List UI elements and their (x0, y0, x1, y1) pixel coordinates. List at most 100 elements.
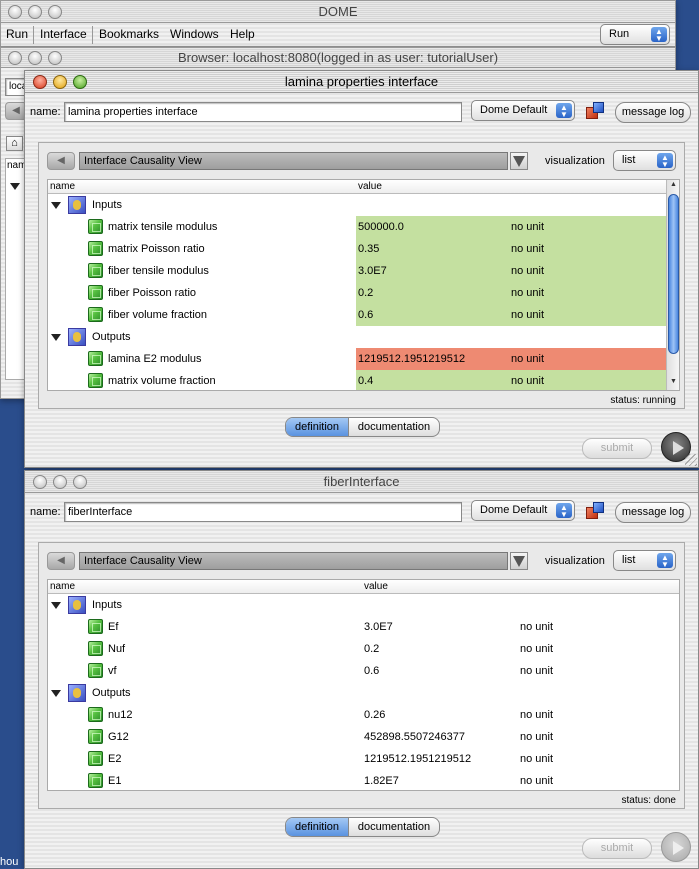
fiber-titlebar[interactable]: fiberInterface (25, 471, 698, 493)
param-value[interactable]: 0.2 (362, 638, 379, 660)
value-column-header[interactable]: value (364, 580, 388, 594)
run-play-icon[interactable] (661, 832, 691, 862)
group-row-inputs[interactable]: Inputs (48, 194, 667, 216)
dome-titlebar[interactable]: DOME (1, 1, 675, 23)
zoom-button[interactable] (73, 475, 87, 489)
tab-definition[interactable]: definition (286, 818, 349, 836)
param-unit[interactable]: no unit (509, 260, 667, 282)
menu-bookmarks[interactable]: Bookmarks (99, 27, 159, 41)
disclosure-triangle-icon[interactable] (10, 183, 20, 190)
relation-icon (68, 596, 86, 614)
name-field[interactable]: fiberInterface (64, 502, 462, 522)
mode-select[interactable]: Dome Default ▲ ▼ (471, 100, 575, 121)
name-field[interactable]: lamina properties interface (64, 102, 462, 122)
view-select[interactable]: Interface Causality View (79, 552, 508, 570)
scroll-up-icon[interactable]: ▲ (670, 181, 677, 188)
param-value[interactable]: 500000.0 (356, 216, 509, 238)
zoom-button[interactable] (48, 5, 62, 19)
param-value[interactable]: 0.6 (362, 660, 379, 682)
view-select[interactable]: Interface Causality View (79, 152, 508, 170)
param-unit[interactable]: no unit (509, 238, 667, 260)
minimize-button[interactable] (53, 475, 67, 489)
table-row[interactable]: matrix volume fraction 0.4 no unit (48, 370, 667, 390)
disclosure-triangle-icon[interactable] (51, 202, 61, 209)
param-unit[interactable]: no unit (518, 616, 553, 638)
param-unit: no unit (509, 370, 667, 390)
param-unit[interactable]: no unit (518, 660, 553, 682)
param-unit[interactable]: no unit (509, 216, 667, 238)
tools-icon[interactable] (584, 101, 606, 123)
group-row-outputs[interactable]: Outputs (48, 326, 667, 348)
tab-documentation[interactable]: documentation (349, 818, 439, 836)
filter-icon[interactable] (510, 152, 528, 170)
zoom-button[interactable] (48, 51, 62, 65)
param-unit[interactable]: no unit (518, 638, 553, 660)
menu-help[interactable]: Help (230, 27, 255, 41)
table-row[interactable]: matrix tensile modulus 500000.0 no unit (48, 216, 667, 238)
table-row[interactable]: Ef 3.0E7 no unit (48, 616, 679, 638)
table-row[interactable]: nu12 0.26 no unit (48, 704, 679, 726)
vertical-scrollbar[interactable]: ▲ ▼ (666, 180, 679, 390)
name-column-header[interactable]: name (50, 180, 75, 194)
minimize-button[interactable] (28, 51, 42, 65)
table-row[interactable]: lamina E2 modulus 1219512.1951219512 no … (48, 348, 667, 370)
disclosure-triangle-icon[interactable] (51, 334, 61, 341)
scroll-down-icon[interactable]: ▼ (670, 378, 677, 385)
back-arrow-icon[interactable]: ◀ (47, 552, 75, 570)
table-row[interactable]: vf 0.6 no unit (48, 660, 679, 682)
param-value[interactable]: 3.0E7 (356, 260, 509, 282)
message-log-button[interactable]: message log (615, 502, 691, 523)
table-row[interactable]: matrix Poisson ratio 0.35 no unit (48, 238, 667, 260)
table-row[interactable]: fiber Poisson ratio 0.2 no unit (48, 282, 667, 304)
back-arrow-icon[interactable]: ◀ (47, 152, 75, 170)
close-button[interactable] (33, 475, 47, 489)
close-button[interactable] (8, 51, 22, 65)
minimize-button[interactable] (28, 5, 42, 19)
close-button[interactable] (8, 5, 22, 19)
disclosure-triangle-icon[interactable] (51, 602, 61, 609)
close-button[interactable] (33, 75, 47, 89)
param-value[interactable]: 3.0E7 (362, 616, 393, 638)
param-unit[interactable]: no unit (509, 282, 667, 304)
disclosure-triangle-icon[interactable] (51, 690, 61, 697)
name-column-header[interactable]: name (50, 580, 75, 594)
param-unit[interactable]: no unit (509, 304, 667, 326)
tab-definition[interactable]: definition (286, 418, 349, 436)
tab-documentation[interactable]: documentation (349, 418, 439, 436)
table-row[interactable]: fiber tensile modulus 3.0E7 no unit (48, 260, 667, 282)
table-row[interactable]: Nuf 0.2 no unit (48, 638, 679, 660)
param-value[interactable]: 0.2 (356, 282, 509, 304)
browser-titlebar[interactable]: Browser: localhost:8080(logged in as use… (1, 48, 675, 68)
visualization-select[interactable]: list ▲ ▼ (613, 550, 676, 571)
parameter-cube-icon (88, 619, 103, 634)
resize-grip-icon[interactable] (685, 454, 697, 466)
param-value[interactable]: 0.6 (356, 304, 509, 326)
tools-icon[interactable] (584, 501, 606, 523)
group-row-inputs[interactable]: Inputs (48, 594, 679, 616)
group-row-outputs[interactable]: Outputs (48, 682, 679, 704)
minimize-button[interactable] (53, 75, 67, 89)
menu-interface[interactable]: Interface (40, 27, 87, 41)
mode-select[interactable]: Dome Default ▲ ▼ (471, 500, 575, 521)
submit-button[interactable]: submit (582, 838, 652, 859)
table-row[interactable]: G12 452898.5507246377 no unit (48, 726, 679, 748)
table-row[interactable]: E1 1.82E7 no unit (48, 770, 679, 790)
home-icon[interactable]: ⌂ (6, 136, 23, 151)
filter-icon[interactable] (510, 552, 528, 570)
run-select[interactable]: Run ▲ ▼ (600, 24, 670, 45)
value-column-header[interactable]: value (358, 180, 382, 194)
parameter-cube-icon (88, 307, 103, 322)
table-row[interactable]: E2 1219512.1951219512 no unit (48, 748, 679, 770)
menu-windows[interactable]: Windows (170, 27, 219, 41)
menu-run[interactable]: Run (6, 27, 28, 41)
fiber-title: fiberInterface (323, 474, 400, 489)
param-name: Nuf (108, 643, 126, 655)
param-value[interactable]: 0.35 (356, 238, 509, 260)
visualization-select[interactable]: list ▲ ▼ (613, 150, 676, 171)
scroll-thumb[interactable] (668, 194, 679, 354)
submit-button[interactable]: submit (582, 438, 652, 459)
zoom-button[interactable] (73, 75, 87, 89)
lamina-titlebar[interactable]: lamina properties interface (25, 71, 698, 93)
table-row[interactable]: fiber volume fraction 0.6 no unit (48, 304, 667, 326)
message-log-button[interactable]: message log (615, 102, 691, 123)
